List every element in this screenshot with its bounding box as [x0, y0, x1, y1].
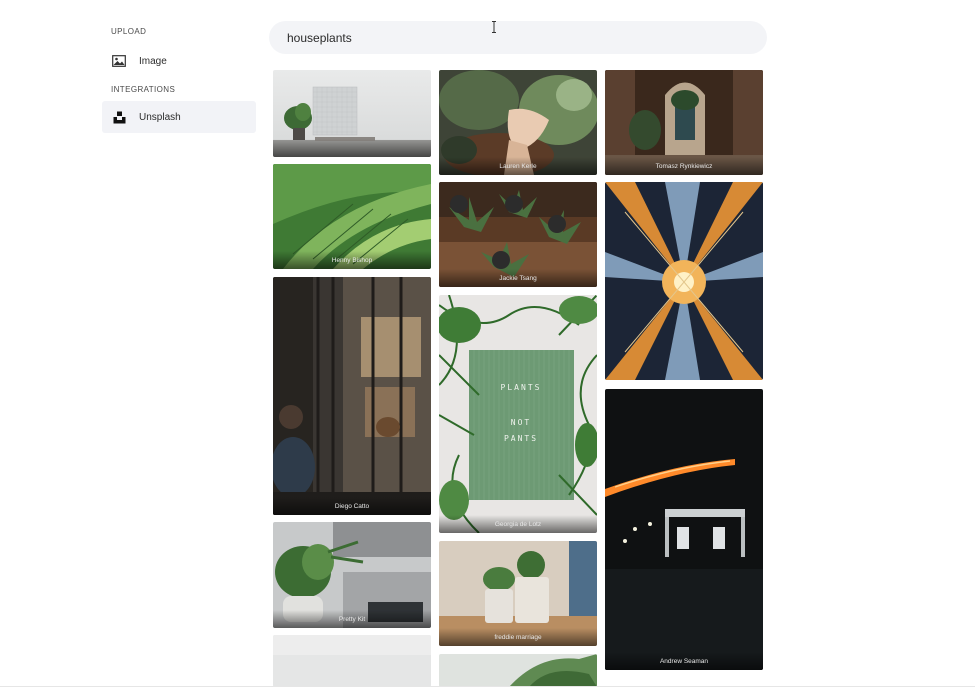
sidebar-item-image[interactable]: Image [102, 45, 256, 77]
integrations-section-label: INTEGRATIONS [111, 85, 176, 94]
photo-tile[interactable] [439, 654, 597, 687]
photo-tile[interactable]: Jackie Tsang [439, 182, 597, 287]
photo-tile[interactable]: Pretty Kit [273, 522, 431, 628]
photo-credit: freddie marriage [439, 628, 597, 646]
photo-credit: Andrew Seaman [605, 652, 763, 670]
photo-tile[interactable]: Henny Bishop [273, 164, 431, 269]
poster-line-2: NOT [511, 418, 531, 427]
photo-credit: Henny Bishop [273, 251, 431, 269]
photo-credit [439, 669, 597, 687]
photo-credit: Georgia de Lotz [439, 515, 597, 533]
photo-tile[interactable]: PLANTS NOT PANTS Georgia de Lotz [439, 295, 597, 533]
search-bar[interactable] [269, 21, 767, 54]
unsplash-logo-icon [111, 109, 127, 125]
sidebar-item-image-label: Image [139, 55, 167, 67]
photo-tile[interactable]: Diego Catto [273, 277, 431, 515]
photo-credit [605, 362, 763, 380]
text-cursor-icon [491, 18, 497, 33]
photo-tile[interactable]: Lauren Kerle [439, 70, 597, 175]
photo-tile[interactable] [273, 635, 431, 687]
search-input[interactable] [285, 29, 729, 46]
photo-credit: Diego Catto [273, 497, 431, 515]
image-icon [111, 53, 127, 69]
photo-credit: Jackie Tsang [439, 269, 597, 287]
photo-credit [273, 669, 431, 687]
photo-credit: Lauren Kerle [439, 157, 597, 175]
photo-tile[interactable] [605, 182, 763, 380]
footer-divider [0, 686, 975, 687]
photo-credit [273, 139, 431, 157]
photo-tile[interactable]: Andrew Seaman [605, 389, 763, 670]
upload-section-label: UPLOAD [111, 27, 147, 36]
sidebar-item-unsplash[interactable]: Unsplash [102, 101, 256, 133]
poster-line-1: PLANTS [501, 383, 542, 392]
photo-tile[interactable]: Tomasz Rynkiewicz [605, 70, 763, 175]
photo-credit: Tomasz Rynkiewicz [605, 157, 763, 175]
sidebar-item-unsplash-label: Unsplash [139, 111, 181, 123]
poster-line-3: PANTS [504, 434, 538, 443]
photo-credit: Pretty Kit [273, 610, 431, 628]
photo-tile[interactable] [273, 70, 431, 157]
photo-tile[interactable]: freddie marriage [439, 541, 597, 646]
